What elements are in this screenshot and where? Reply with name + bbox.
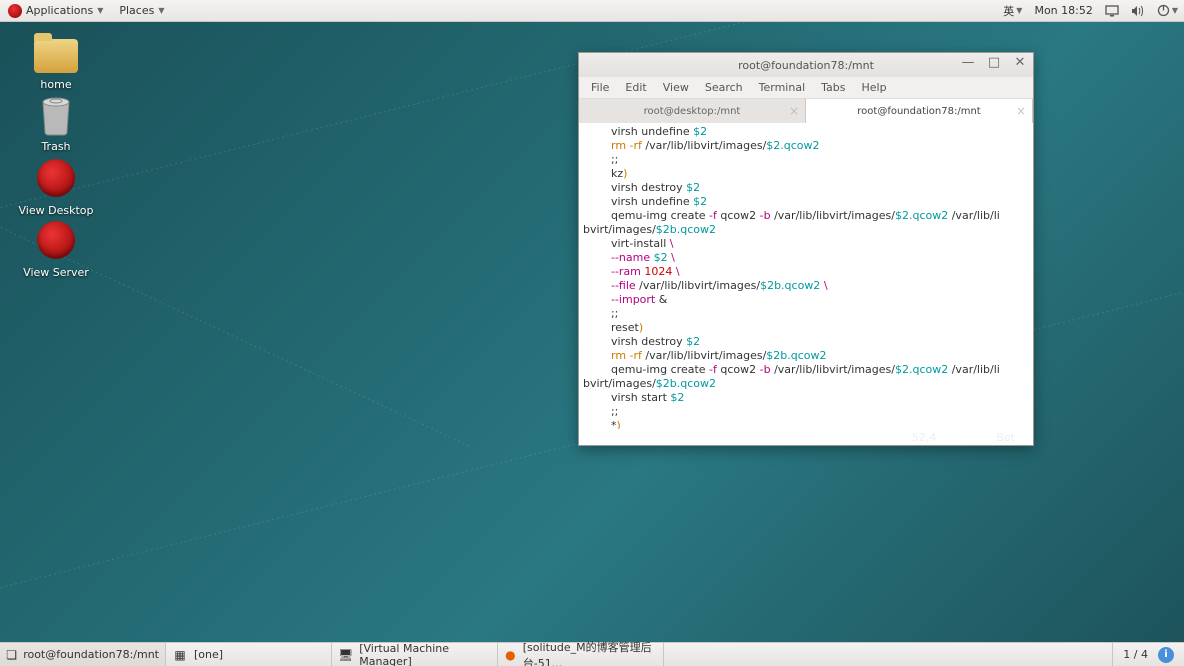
taskbar-item-vmm[interactable]: 🖥 [Virtual Machine Manager]: [332, 643, 498, 666]
menu-edit[interactable]: Edit: [617, 81, 654, 94]
terminal-window: root@foundation78:/mnt — □ ✕ File Edit V…: [578, 52, 1034, 446]
window-icon: ▦: [172, 647, 188, 663]
terminal-statusbar: 52,4 Bot: [579, 429, 1033, 445]
volume-icon[interactable]: [1125, 5, 1151, 17]
vmm-icon: 🖥: [338, 647, 353, 663]
terminal-tabs: root@desktop:/mnt× root@foundation78:/mn…: [579, 99, 1033, 123]
chevron-down-icon: ▼: [97, 6, 103, 15]
chevron-down-icon: ▼: [158, 6, 164, 15]
redhat-icon: [8, 4, 22, 18]
terminal-icon: ❏: [6, 647, 17, 663]
window-menubar: File Edit View Search Terminal Tabs Help: [579, 77, 1033, 99]
power-icon[interactable]: ▼: [1151, 4, 1184, 17]
firefox-icon: ●: [504, 647, 517, 663]
taskbar-item-one[interactable]: ▦ [one]: [166, 643, 332, 666]
desktop-icon-home[interactable]: home: [16, 30, 96, 91]
desktop-icon-trash[interactable]: Trash: [16, 92, 96, 153]
taskbar-right: 1 / 4 i: [1112, 643, 1184, 666]
task-label: root@foundation78:/mnt: [23, 648, 159, 661]
menu-view[interactable]: View: [655, 81, 697, 94]
terminal-body[interactable]: virsh undefine $2 rm -rf /var/lib/libvir…: [579, 123, 1033, 429]
clock[interactable]: Mon 18:52: [1028, 4, 1098, 17]
menu-help[interactable]: Help: [854, 81, 895, 94]
chevron-down-icon: ▼: [1172, 6, 1178, 15]
folder-icon: [34, 39, 78, 73]
maximize-button[interactable]: □: [987, 55, 1001, 70]
places-menu[interactable]: Places ▼: [111, 4, 172, 17]
window-titlebar[interactable]: root@foundation78:/mnt — □ ✕: [579, 53, 1033, 77]
taskbar-item-terminal[interactable]: ❏ root@foundation78:/mnt: [0, 643, 166, 666]
applications-menu[interactable]: Applications ▼: [0, 4, 111, 18]
taskbar-item-firefox[interactable]: ● [solitude_M的博客管理后台-51...: [498, 643, 664, 666]
cursor-position: 52,4: [912, 431, 937, 444]
desktop-icon-view-server[interactable]: View Server: [16, 218, 96, 279]
terminal-tab-1[interactable]: root@desktop:/mnt×: [579, 99, 806, 123]
close-icon[interactable]: ×: [789, 104, 799, 118]
close-icon[interactable]: ×: [1016, 104, 1026, 118]
task-label: [one]: [194, 648, 223, 661]
icon-label: View Server: [16, 266, 96, 279]
redhat-icon: [37, 221, 75, 259]
close-button[interactable]: ✕: [1013, 55, 1027, 70]
menu-tabs[interactable]: Tabs: [813, 81, 853, 94]
ime-indicator[interactable]: 英▼: [997, 3, 1028, 19]
window-title: root@foundation78:/mnt: [738, 59, 874, 72]
applications-label: Applications: [26, 4, 93, 17]
terminal-tab-2[interactable]: root@foundation78:/mnt×: [806, 99, 1033, 123]
top-panel: Applications ▼ Places ▼ 英▼ Mon 18:52 ▼: [0, 0, 1184, 22]
icon-label: Trash: [16, 140, 96, 153]
scroll-position: Bot: [996, 431, 1015, 444]
info-icon[interactable]: i: [1158, 647, 1174, 663]
task-label: [Virtual Machine Manager]: [359, 642, 491, 666]
menu-file[interactable]: File: [583, 81, 617, 94]
redhat-icon: [37, 159, 75, 197]
task-label: [solitude_M的博客管理后台-51...: [523, 639, 657, 666]
minimize-button[interactable]: —: [961, 55, 975, 70]
chevron-down-icon: ▼: [1016, 6, 1022, 15]
places-label: Places: [119, 4, 154, 17]
trash-icon: [34, 92, 78, 136]
menu-search[interactable]: Search: [697, 81, 751, 94]
taskbar: ❏ root@foundation78:/mnt ▦ [one] 🖥 [Virt…: [0, 642, 1184, 666]
icon-label: View Desktop: [16, 204, 96, 217]
icon-label: home: [16, 78, 96, 91]
menu-terminal[interactable]: Terminal: [751, 81, 814, 94]
workspace-indicator[interactable]: 1 / 4: [1123, 648, 1148, 661]
screen-icon[interactable]: [1099, 5, 1125, 17]
desktop-icon-view-desktop[interactable]: View Desktop: [16, 156, 96, 217]
